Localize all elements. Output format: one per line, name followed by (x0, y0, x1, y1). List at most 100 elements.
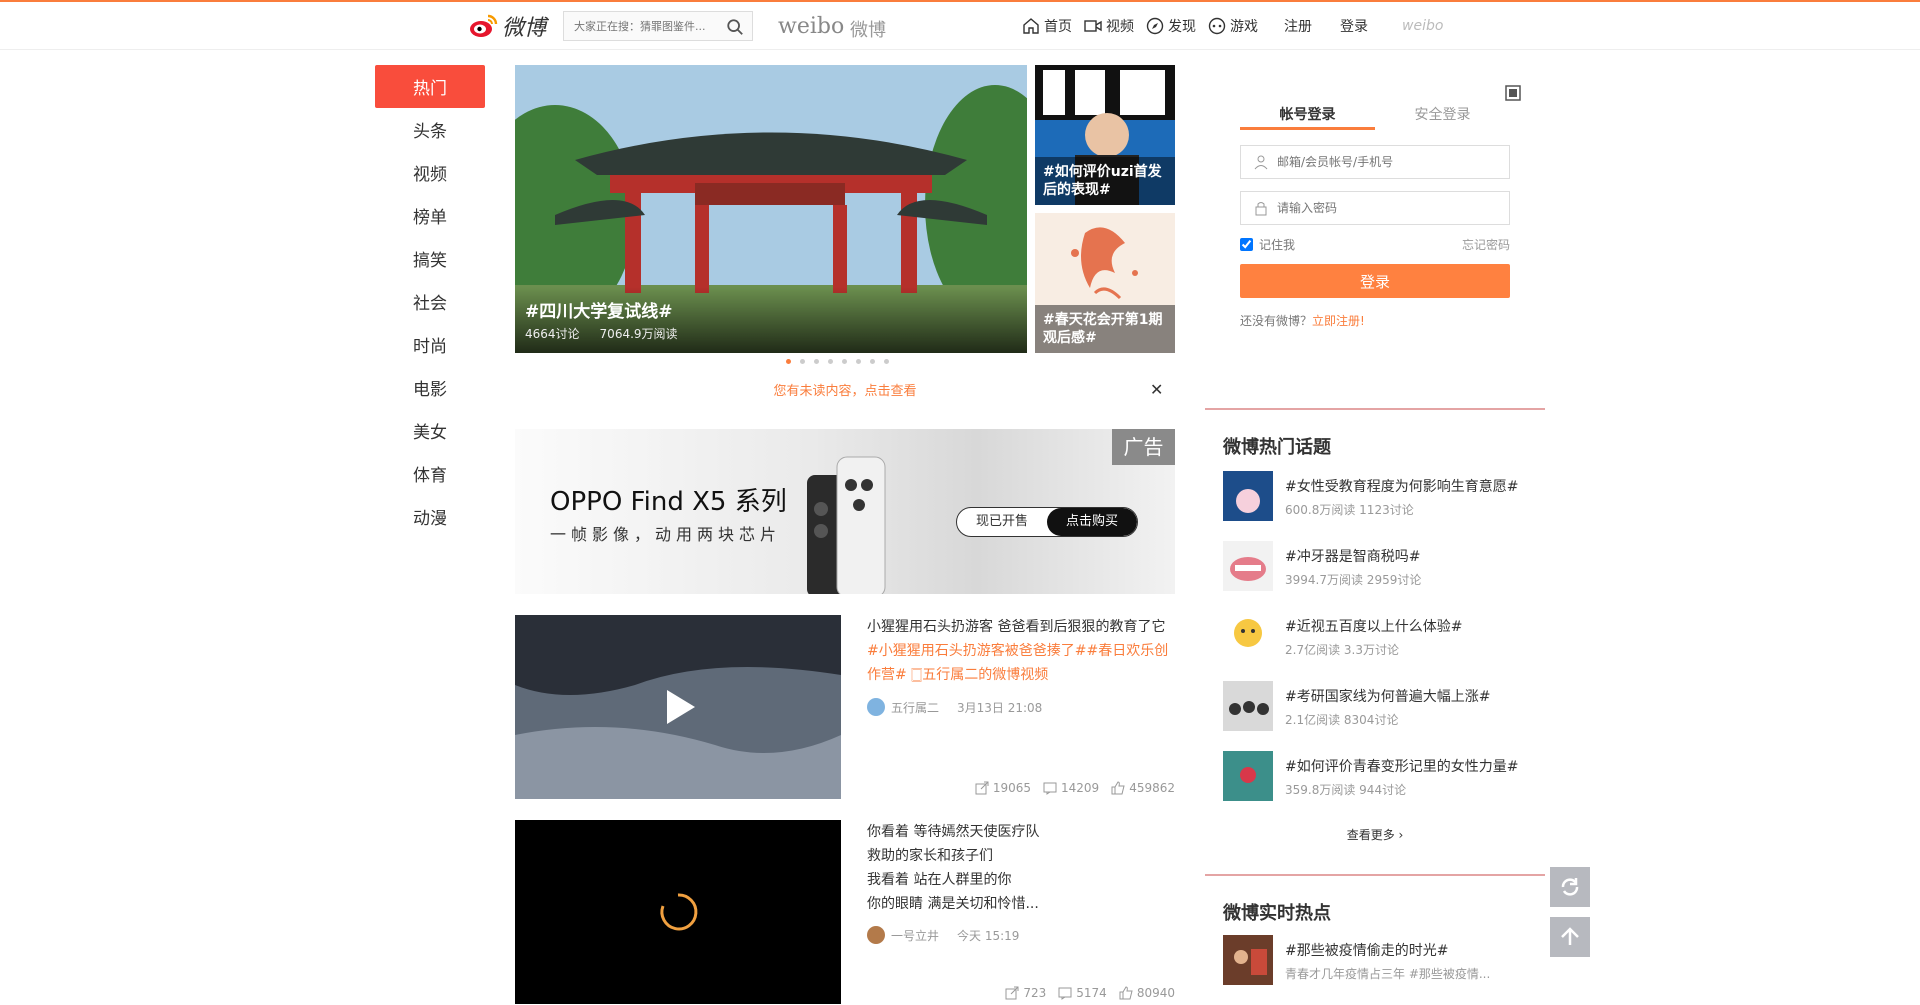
side-card-1-caption: #如何评价uzi首发后的表现# (1035, 157, 1175, 205)
brand-chinese: 微博 (850, 20, 886, 41)
nav-register[interactable]: 注册 (1284, 16, 1312, 36)
phone-image (807, 456, 886, 594)
username-field[interactable] (1240, 145, 1510, 179)
nav-games[interactable]: 游戏 (1208, 16, 1258, 36)
feed-tags[interactable]: #小猩猩用石头扔游客被爸爸揍了##春日欢乐创作营# 🀆五行属二的微博视频 (867, 639, 1177, 687)
share-stat[interactable]: 19065 (975, 781, 1031, 795)
left-nav-item-funny[interactable]: 搞笑 (375, 237, 485, 280)
avatar[interactable] (867, 926, 885, 944)
register-link[interactable]: 立即注册! (1312, 314, 1365, 328)
topic-thumbnail (1223, 681, 1273, 731)
feed-author[interactable]: 一号立井 今天 15:19 (867, 926, 1019, 944)
close-icon[interactable]: ✕ (1150, 380, 1163, 399)
realtime-hot-panel: 微博实时热点 #那些被疫情偷走的时光# 青春才几年疫情占三年 #那些被疫情... (1205, 877, 1545, 998)
left-nav-item-beauty[interactable]: 美女 (375, 409, 485, 452)
topic-thumbnail (1223, 935, 1273, 985)
like-stat[interactable]: 459862 (1111, 781, 1175, 795)
carousel-dot[interactable] (884, 359, 889, 364)
carousel-dot[interactable] (870, 359, 875, 364)
carousel-dot[interactable] (800, 359, 805, 364)
feed-content[interactable]: 你看着 等待嫣然天使医疗队 救助的家长和孩子们 我看着 站在人群里的你 你的眼睛… (867, 820, 1177, 916)
ad-on-sale-button[interactable]: 现已开售 (957, 508, 1047, 536)
left-nav: 热门 头条 视频 榜单 搞笑 社会 时尚 电影 美女 体育 动漫 (375, 65, 485, 538)
comment-stat[interactable]: 14209 (1043, 781, 1099, 795)
weibo-eye-icon (470, 14, 498, 37)
forgot-password-link[interactable]: 忘记密码 (1462, 236, 1510, 253)
video-thumbnail[interactable] (515, 615, 841, 799)
view-more-link[interactable]: 查看更多 › (1205, 826, 1545, 843)
tab-secure-login[interactable]: 安全登录 (1375, 100, 1510, 130)
list-item[interactable]: #近视五百度以上什么体验# 2.7亿阅读 3.3万讨论 (1223, 611, 1533, 669)
carousel-dot[interactable] (856, 359, 861, 364)
list-item[interactable]: #那些被疫情偷走的时光# 青春才几年疫情占三年 #那些被疫情... (1223, 935, 1533, 993)
compass-icon (1146, 17, 1164, 35)
carousel-title[interactable]: #四川大学复试线# (525, 297, 673, 322)
left-nav-item-sports[interactable]: 体育 (375, 452, 485, 495)
list-item[interactable]: #女性受教育程度为何影响生育意愿# 600.8万阅读 1123讨论 (1223, 471, 1533, 529)
loading-spinner-icon (515, 820, 841, 1004)
carousel-dots (786, 359, 889, 364)
nav-home[interactable]: 首页 (1022, 16, 1072, 36)
feed-author[interactable]: 五行属二 3月13日 21:08 (867, 698, 1042, 716)
left-nav-item-society[interactable]: 社会 (375, 280, 485, 323)
carousel-dot[interactable] (814, 359, 819, 364)
login-button[interactable]: 登录 (1240, 264, 1510, 298)
left-nav-item-anime[interactable]: 动漫 (375, 495, 485, 538)
username-input[interactable] (1277, 155, 1497, 169)
login-panel: 帐号登录 安全登录 记住我 忘记密码 登录 还没有微博？立即注册! (1205, 65, 1545, 410)
feed-text[interactable]: 小猩猩用石头扔游客 爸爸看到后狠狠的教育了它 (867, 615, 1177, 639)
left-nav-item-video[interactable]: 视频 (375, 151, 485, 194)
side-card-2-caption: #春天花会开第1期观后感# (1035, 305, 1175, 353)
login-tabs: 帐号登录 安全登录 (1240, 100, 1510, 130)
avatar[interactable] (867, 698, 885, 716)
comment-icon (1043, 782, 1057, 795)
realtime-title: 微博实时热点 (1223, 903, 1331, 924)
register-prompt: 还没有微博？立即注册! (1240, 314, 1365, 328)
remember-me[interactable]: 记住我 (1240, 236, 1295, 253)
password-input[interactable] (1277, 201, 1497, 215)
feed-item[interactable]: 小猩猩用石头扔游客 爸爸看到后狠狠的教育了它 #小猩猩用石头扔游客被爸爸揍了##… (515, 615, 1175, 800)
video-icon (1084, 20, 1102, 32)
feed-item[interactable]: 你看着 等待嫣然天使医疗队 救助的家长和孩子们 我看着 站在人群里的你 你的眼睛… (515, 820, 1175, 1005)
weibo-small-logo: weibo (1402, 18, 1444, 34)
header: 微博 weibo 微博 首页 视频 发现 游戏 注册 登录 (0, 2, 1920, 50)
refresh-button[interactable] (1550, 867, 1590, 907)
carousel-side-card-1[interactable]: #如何评价uzi首发后的表现# (1035, 65, 1175, 205)
nav-discover[interactable]: 发现 (1146, 16, 1196, 36)
search-input[interactable] (574, 19, 724, 33)
gamepad-icon (1208, 17, 1226, 35)
qr-code-icon[interactable] (1503, 83, 1525, 105)
carousel-side-card-2[interactable]: #春天花会开第1期观后感# (1035, 213, 1175, 353)
ad-buy-button[interactable]: 点击购买 (1047, 508, 1137, 536)
search-icon[interactable] (726, 18, 744, 36)
nav-video[interactable]: 视频 (1084, 16, 1134, 36)
hot-topics-title: 微博热门话题 (1223, 437, 1331, 458)
hot-topics-panel: 微博热门话题 #女性受教育程度为何影响生育意愿# 600.8万阅读 1123讨论… (1205, 411, 1545, 876)
unread-notice[interactable]: 您有未读内容，点击查看 (515, 380, 1175, 404)
carousel-dot[interactable] (828, 359, 833, 364)
ad-subtitle: 一帧影像，动用两块芯片 (550, 525, 782, 544)
tab-account-login[interactable]: 帐号登录 (1240, 100, 1375, 130)
search-box[interactable] (563, 11, 753, 41)
topic-thumbnail (1223, 611, 1273, 661)
list-item[interactable]: #考研国家线为何普遍大幅上涨# 2.1亿阅读 8304讨论 (1223, 681, 1533, 739)
left-nav-item-fashion[interactable]: 时尚 (375, 323, 485, 366)
carousel-meta: 4664讨论 7064.9万阅读 (525, 327, 678, 341)
video-thumbnail[interactable] (515, 820, 841, 1004)
video-frame (515, 615, 841, 799)
left-nav-item-movies[interactable]: 电影 (375, 366, 485, 409)
weibo-logo[interactable]: 微博 (468, 10, 552, 42)
list-item[interactable]: #如何评价青春变形记里的女性力量# 359.8万阅读 944讨论 (1223, 751, 1533, 809)
password-field[interactable] (1240, 191, 1510, 225)
carousel-dot[interactable] (786, 359, 791, 364)
back-to-top-button[interactable] (1550, 917, 1590, 957)
remember-checkbox[interactable] (1240, 238, 1253, 251)
carousel-main-slide[interactable]: #四川大学复试线# 4664讨论 7064.9万阅读 (515, 65, 1027, 353)
left-nav-item-headlines[interactable]: 头条 (375, 108, 485, 151)
left-nav-item-rankings[interactable]: 榜单 (375, 194, 485, 237)
nav-login[interactable]: 登录 (1340, 16, 1368, 36)
carousel-dot[interactable] (842, 359, 847, 364)
left-nav-item-hot[interactable]: 热门 (375, 65, 485, 108)
list-item[interactable]: #冲牙器是智商税吗# 3994.7万阅读 2959讨论 (1223, 541, 1533, 599)
ad-banner[interactable]: 广告 OPPO Find X5 系列 一帧影像，动用两块芯片 现已开售 点击购买 (515, 429, 1175, 594)
